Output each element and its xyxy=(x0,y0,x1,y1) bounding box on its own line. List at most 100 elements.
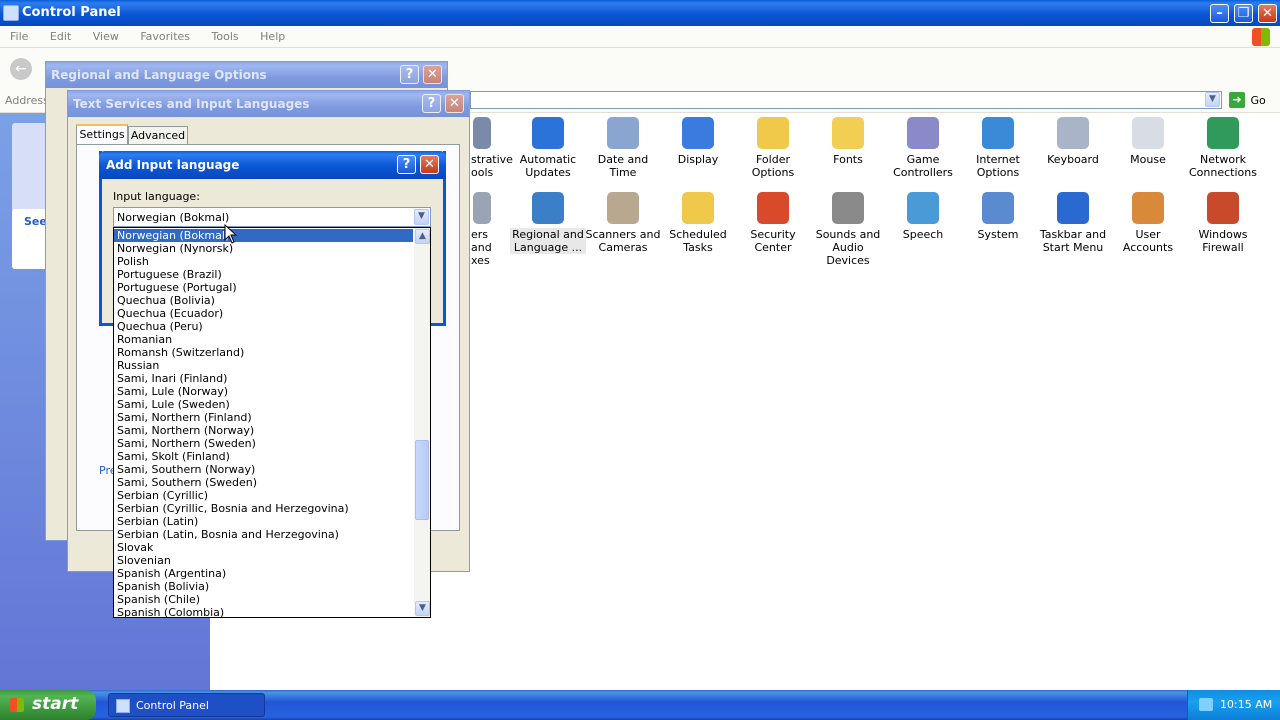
input-language-dropdown-list[interactable]: Norwegian (Bokmal) Norwegian (Nynorsk) Pol… xyxy=(113,227,431,618)
mouse-icon xyxy=(1132,117,1164,149)
cp-item-speech[interactable]: Speech xyxy=(885,192,961,241)
language-option[interactable]: Norwegian (Nynorsk) xyxy=(114,242,413,255)
cp-item-gamepad[interactable]: Game Controllers xyxy=(885,117,961,179)
cp-item-windows-update[interactable]: Automatic Updates xyxy=(510,117,586,179)
back-button[interactable]: ← xyxy=(10,58,32,80)
cp-item-fonts-folder[interactable]: Fonts xyxy=(810,117,886,166)
language-option[interactable]: Portuguese (Portugal) xyxy=(114,281,413,294)
menu-view[interactable]: View xyxy=(93,30,119,43)
clock[interactable]: 10:15 AM xyxy=(1220,698,1272,711)
language-option[interactable]: Spanish (Colombia) xyxy=(114,606,413,617)
cp-item-regional-globe[interactable]: Regional and Language ... xyxy=(510,192,586,254)
cp-item-shield[interactable]: Security Center xyxy=(735,192,811,254)
language-option[interactable]: Slovenian xyxy=(114,554,413,567)
add-input-close-button[interactable]: ✕ xyxy=(420,155,439,174)
language-option[interactable]: Spanish (Argentina) xyxy=(114,567,413,580)
control-panel-titlebar[interactable]: Control Panel – ❐ ✕ xyxy=(0,0,1280,26)
tab-advanced[interactable]: Advanced xyxy=(128,126,188,145)
menu-bar: File Edit View Favorites Tools Help xyxy=(0,26,1280,48)
cp-item-folder[interactable]: Folder Options xyxy=(735,117,811,179)
cp-item-users[interactable]: User Accounts xyxy=(1110,192,1186,254)
cp-item-scheduled-tasks[interactable]: Scheduled Tasks xyxy=(660,192,736,254)
regional-close-button[interactable]: ✕ xyxy=(423,65,442,84)
language-option[interactable]: Sami, Lule (Sweden) xyxy=(114,398,413,411)
language-option[interactable]: Sami, Skolt (Finland) xyxy=(114,450,413,463)
text-services-help-button[interactable]: ? xyxy=(422,94,441,113)
language-option[interactable]: Sami, Inari (Finland) xyxy=(114,372,413,385)
menu-help[interactable]: Help xyxy=(260,30,285,43)
language-option[interactable]: Russian xyxy=(114,359,413,372)
language-option[interactable]: Romansh (Switzerland) xyxy=(114,346,413,359)
firewall-icon xyxy=(1207,192,1239,224)
language-option[interactable]: Sami, Northern (Sweden) xyxy=(114,437,413,450)
cp-item-system[interactable]: System xyxy=(960,192,1036,241)
start-button[interactable]: start xyxy=(0,690,96,720)
menu-tools[interactable]: Tools xyxy=(212,30,239,43)
list-scrollbar[interactable]: ▲ ▼ xyxy=(414,228,430,617)
cp-item-clock[interactable]: Date and Time xyxy=(585,117,661,179)
language-option[interactable]: Slovak xyxy=(114,541,413,554)
close-button[interactable]: ✕ xyxy=(1258,4,1277,23)
cp-item-scanner[interactable]: Scanners and Cameras xyxy=(585,192,661,254)
language-option[interactable]: Polish xyxy=(114,255,413,268)
input-language-combobox[interactable]: Norwegian (Bokmal) ▼ xyxy=(113,207,431,227)
language-option[interactable]: Serbian (Cyrillic, Bosnia and Herzegovin… xyxy=(114,502,413,515)
tray-network-icon[interactable] xyxy=(1199,698,1213,711)
language-option[interactable]: Quechua (Ecuador) xyxy=(114,307,413,320)
system-icon xyxy=(982,192,1014,224)
language-option[interactable]: Sami, Southern (Sweden) xyxy=(114,476,413,489)
cp-item-mouse[interactable]: Mouse xyxy=(1110,117,1186,166)
menu-edit[interactable]: Edit xyxy=(50,30,71,43)
language-option[interactable]: Sami, Northern (Finland) xyxy=(114,411,413,424)
language-option[interactable]: Portuguese (Brazil) xyxy=(114,268,413,281)
taskbar-control-panel-button[interactable]: Control Panel xyxy=(108,693,265,717)
taskbar-control-panel-icon xyxy=(116,699,130,713)
cp-item-label: Display xyxy=(677,153,719,166)
language-option[interactable]: Sami, Northern (Norway) xyxy=(114,424,413,437)
language-option[interactable]: Serbian (Cyrillic) xyxy=(114,489,413,502)
menu-favorites[interactable]: Favorites xyxy=(140,30,190,43)
language-option[interactable]: Sami, Southern (Norway) xyxy=(114,463,413,476)
scroll-up-button[interactable]: ▲ xyxy=(415,229,430,244)
language-option[interactable]: Serbian (Latin, Bosnia and Herzegovina) xyxy=(114,528,413,541)
cp-item-display[interactable]: Display xyxy=(660,117,736,166)
cp-item-taskbar[interactable]: Taskbar and Start Menu xyxy=(1035,192,1111,254)
minimize-button[interactable]: – xyxy=(1210,4,1229,23)
regional-help-button[interactable]: ? xyxy=(400,65,419,84)
input-language-selected-value: Norwegian (Bokmal) xyxy=(117,211,230,224)
text-services-close-button[interactable]: ✕ xyxy=(445,94,464,113)
taskbar-task-label: Control Panel xyxy=(136,699,209,712)
shield-icon xyxy=(757,192,789,224)
cp-item-network[interactable]: Network Connections xyxy=(1185,117,1261,179)
language-option[interactable]: Spanish (Chile) xyxy=(114,593,413,606)
add-input-titlebar[interactable]: Add Input language ? ✕ xyxy=(99,151,446,179)
cp-item-globe[interactable]: Internet Options xyxy=(960,117,1036,179)
cp-item-admin-tools[interactable]: strative ools xyxy=(471,117,513,179)
address-input[interactable] xyxy=(470,91,1222,109)
scroll-down-button[interactable]: ▼ xyxy=(415,601,430,616)
language-option[interactable]: Serbian (Latin) xyxy=(114,515,413,528)
combobox-dropdown-button[interactable]: ▼ xyxy=(414,209,429,225)
cp-item-label: System xyxy=(977,228,1019,241)
text-services-titlebar[interactable]: Text Services and Input Languages ? ✕ xyxy=(68,91,469,117)
scroll-thumb[interactable] xyxy=(415,440,429,520)
language-option[interactable]: Spanish (Bolivia) xyxy=(114,580,413,593)
cp-item-firewall[interactable]: Windows Firewall xyxy=(1185,192,1261,254)
cp-item-keyboard[interactable]: Keyboard xyxy=(1035,117,1111,166)
language-option[interactable]: Quechua (Bolivia) xyxy=(114,294,413,307)
restore-button[interactable]: ❐ xyxy=(1234,4,1253,23)
cp-item-speaker[interactable]: Sounds and Audio Devices xyxy=(810,192,886,267)
scanner-icon xyxy=(607,192,639,224)
menu-file[interactable]: File xyxy=(10,30,28,43)
language-option[interactable]: Norwegian (Bokmal) xyxy=(114,229,413,242)
language-option[interactable]: Romanian xyxy=(114,333,413,346)
add-input-help-button[interactable]: ? xyxy=(397,155,416,174)
cp-item-printer[interactable]: ers and xes xyxy=(471,192,511,267)
control-panel-app-icon xyxy=(3,5,19,21)
tab-settings[interactable]: Settings xyxy=(76,124,128,146)
regional-dialog-titlebar[interactable]: Regional and Language Options ? ✕ xyxy=(46,62,447,88)
language-option[interactable]: Quechua (Peru) xyxy=(114,320,413,333)
language-option[interactable]: Sami, Lule (Norway) xyxy=(114,385,413,398)
address-dropdown-button[interactable]: ▼ xyxy=(1205,92,1220,107)
go-button[interactable]: ➜ Go xyxy=(1229,92,1266,109)
